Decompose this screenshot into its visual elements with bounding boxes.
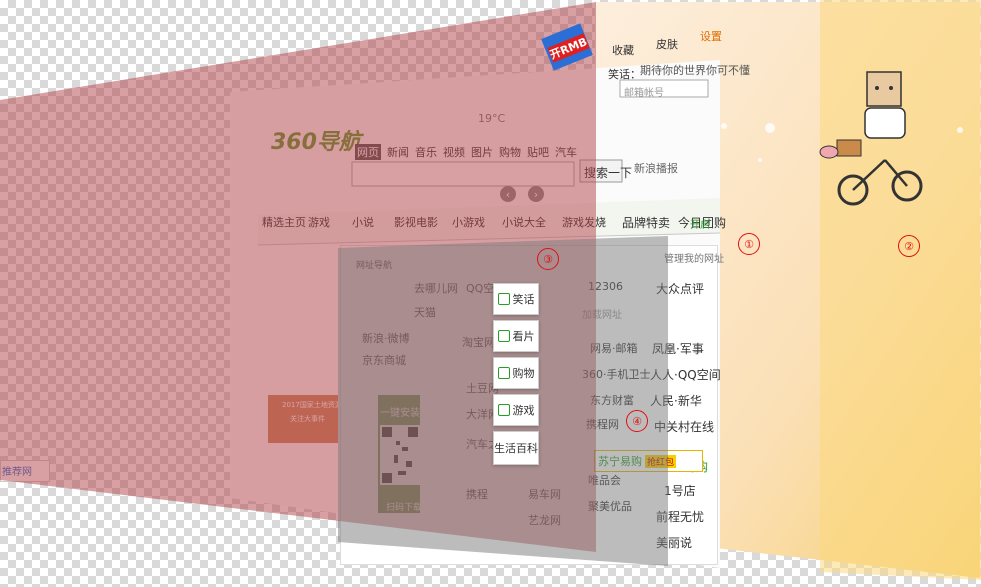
layer-marker-4: ④	[626, 410, 648, 432]
side-menu-lifewiki-label: 生活百科	[494, 442, 538, 455]
video-icon	[497, 330, 510, 342]
side-menu-video[interactable]: 看片	[493, 320, 539, 352]
grey-overlay-layer	[338, 236, 668, 566]
joke-icon	[497, 293, 510, 305]
cart-icon	[497, 367, 510, 379]
side-menu-lifewiki[interactable]: 生活百科	[493, 431, 539, 465]
layer-marker-3: ③	[537, 248, 559, 270]
side-menu-joke[interactable]: 笑话	[493, 283, 539, 315]
side-menu-shopping[interactable]: 购物	[493, 357, 539, 389]
side-menu-video-label: 看片	[512, 330, 535, 343]
side-menu-games-label: 游戏	[512, 404, 535, 417]
layer-marker-1: ①	[738, 233, 760, 255]
side-menu-joke-label: 笑话	[512, 293, 535, 306]
gamepad-icon	[497, 404, 510, 416]
layer-marker-2: ②	[898, 235, 920, 257]
side-menu-shopping-label: 购物	[512, 367, 535, 380]
side-menu-games[interactable]: 游戏	[493, 394, 539, 426]
